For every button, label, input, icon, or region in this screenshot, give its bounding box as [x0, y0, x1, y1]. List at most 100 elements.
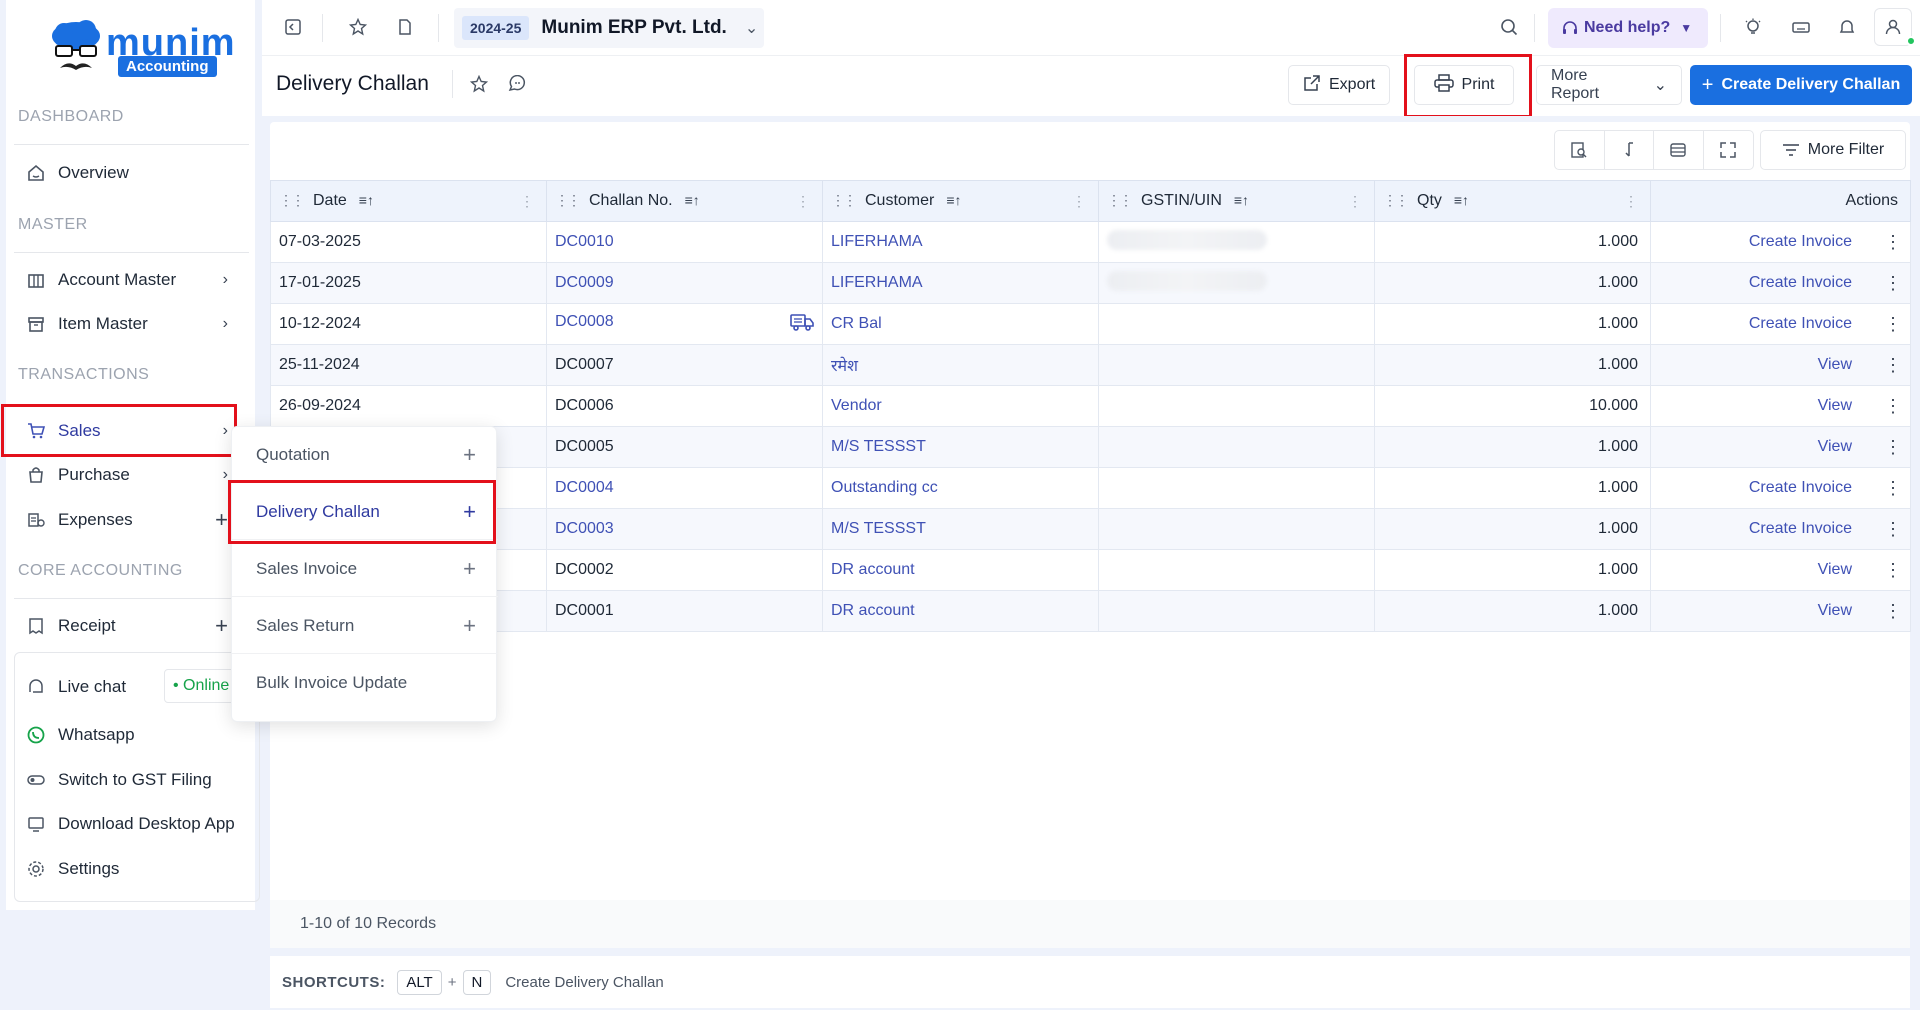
drag-handle-icon[interactable]: ⋮⋮: [1107, 192, 1133, 208]
drag-handle-icon[interactable]: ⋮⋮: [831, 192, 857, 208]
customer-cell-text[interactable]: M/S TESSST: [831, 438, 926, 455]
table-row[interactable]: DC0004 Outstanding cc 1.000 Create Invoice ⋮: [270, 467, 1911, 509]
plus-icon[interactable]: +: [463, 613, 476, 639]
sort-icon[interactable]: [1605, 131, 1654, 169]
fullscreen-icon[interactable]: [1704, 131, 1754, 169]
table-row[interactable]: DC0005 M/S TESSST 1.000 View ⋮: [270, 426, 1911, 468]
sort-icon[interactable]: ≡↑: [946, 192, 961, 208]
row-menu-icon[interactable]: ⋮: [1876, 560, 1910, 581]
column-header-challan-no[interactable]: ⋮⋮ Challan No. ≡↑ ⋮: [546, 180, 823, 222]
row-menu-icon[interactable]: ⋮: [1876, 232, 1910, 253]
row-menu-icon[interactable]: ⋮: [1876, 478, 1910, 499]
drag-handle-icon[interactable]: ⋮⋮: [279, 192, 305, 208]
row-menu-icon[interactable]: ⋮: [1876, 273, 1910, 294]
sort-icon[interactable]: ≡↑: [359, 192, 374, 208]
table-row[interactable]: DC0002 DR account 1.000 View ⋮: [270, 549, 1911, 591]
row-menu-icon[interactable]: ⋮: [1876, 314, 1910, 335]
whatsapp-link[interactable]: Whatsapp: [14, 717, 242, 753]
keyboard-icon[interactable]: [1784, 10, 1818, 44]
document-icon[interactable]: [388, 10, 422, 44]
row-action-link[interactable]: Create Invoice: [1749, 520, 1852, 538]
drag-handle-icon[interactable]: ⋮⋮: [555, 192, 581, 208]
plus-icon[interactable]: +: [215, 613, 228, 639]
customer-cell[interactable]: रमेश: [822, 344, 1099, 386]
create-delivery-challan-button[interactable]: + Create Delivery Challan: [1690, 65, 1912, 105]
customer-cell[interactable]: LIFERHAMA: [822, 262, 1099, 304]
comment-icon[interactable]: [500, 67, 534, 101]
row-menu-icon[interactable]: ⋮: [1876, 355, 1910, 376]
challan-no-cell[interactable]: DC0008: [546, 303, 823, 345]
table-row[interactable]: 10-12-2024 DC0008 CR Bal 1.000 Create Invoic…: [270, 303, 1911, 345]
customer-cell[interactable]: Vendor: [822, 385, 1099, 427]
challan-no-cell[interactable]: DC0003: [546, 508, 823, 550]
row-menu-icon[interactable]: ⋮: [1876, 396, 1910, 417]
column-header-qty[interactable]: ⋮⋮ Qty ≡↑ ⋮: [1374, 180, 1651, 222]
sidebar-item-receipt[interactable]: Receipt +: [14, 608, 242, 644]
need-help-button[interactable]: Need help? ▼: [1548, 8, 1708, 48]
search-icon[interactable]: [1492, 10, 1526, 44]
more-report-button[interactable]: More Report ⌄: [1536, 65, 1682, 105]
settings-link[interactable]: Settings: [14, 851, 242, 887]
challan-no-cell[interactable]: DC0004: [546, 467, 823, 509]
row-menu-icon[interactable]: ⋮: [1876, 437, 1910, 458]
challan-no-cell-text[interactable]: DC0004: [555, 479, 614, 496]
export-button[interactable]: Export: [1288, 65, 1391, 105]
sidebar-item-overview[interactable]: Overview: [14, 155, 242, 191]
row-action-link[interactable]: Create Invoice: [1749, 274, 1852, 292]
submenu-item-quotation[interactable]: Quotation +: [232, 427, 498, 483]
submenu-item-sales-return[interactable]: Sales Return +: [232, 598, 498, 654]
table-row[interactable]: 17-01-2025 DC0009 LIFERHAMA 1.000 Create Inv…: [270, 262, 1911, 304]
gst-filing-link[interactable]: Switch to GST Filing: [14, 762, 242, 798]
row-action-link[interactable]: Create Invoice: [1749, 233, 1852, 251]
sidebar-item-purchase[interactable]: Purchase ›: [14, 457, 242, 493]
row-action-link[interactable]: Create Invoice: [1749, 479, 1852, 497]
truck-icon[interactable]: [790, 313, 814, 336]
customer-cell[interactable]: M/S TESSST: [822, 508, 1099, 550]
sidebar-item-account-master[interactable]: Account Master ›: [14, 262, 242, 298]
column-menu-icon[interactable]: ⋮: [1072, 193, 1086, 210]
customer-cell-text[interactable]: Outstanding cc: [831, 479, 938, 496]
logo[interactable]: munim Accounting: [50, 18, 235, 82]
challan-no-cell[interactable]: DC0009: [546, 262, 823, 304]
print-button[interactable]: Print: [1414, 65, 1514, 105]
row-action-link[interactable]: View: [1818, 397, 1852, 415]
column-menu-icon[interactable]: ⋮: [520, 193, 534, 210]
customer-cell-text[interactable]: M/S TESSST: [831, 520, 926, 537]
challan-no-cell-text[interactable]: DC0009: [555, 274, 614, 291]
customer-cell-text[interactable]: रमेश: [831, 358, 858, 375]
customer-cell-text[interactable]: Vendor: [831, 397, 882, 414]
row-action-link[interactable]: View: [1818, 438, 1852, 456]
column-menu-icon[interactable]: ⋮: [1624, 193, 1638, 210]
customer-cell-text[interactable]: CR Bal: [831, 315, 882, 332]
column-header-gstin[interactable]: ⋮⋮ GSTIN/UIN ≡↑ ⋮: [1098, 180, 1375, 222]
table-row[interactable]: DC0003 M/S TESSST 1.000 Create Invoice ⋮: [270, 508, 1911, 550]
collapse-sidebar-icon[interactable]: [276, 10, 310, 44]
table-row[interactable]: 25-11-2024 DC0007 रमेश 1.000 View ⋮: [270, 344, 1911, 386]
customer-cell[interactable]: LIFERHAMA: [822, 221, 1099, 263]
column-header-customer[interactable]: ⋮⋮ Customer ≡↑ ⋮: [822, 180, 1099, 222]
favorite-star-icon[interactable]: [462, 67, 496, 101]
density-icon[interactable]: [1654, 131, 1704, 169]
table-row[interactable]: 07-03-2025 DC0010 LIFERHAMA 1.000 Create Inv…: [270, 221, 1911, 263]
customer-cell-text[interactable]: DR account: [831, 602, 915, 619]
customer-cell[interactable]: DR account: [822, 549, 1099, 591]
row-menu-icon[interactable]: ⋮: [1876, 601, 1910, 622]
customer-cell[interactable]: DR account: [822, 590, 1099, 632]
plus-icon[interactable]: +: [215, 507, 228, 533]
submenu-item-bulk-invoice-update[interactable]: Bulk Invoice Update: [232, 655, 498, 711]
sidebar-item-expenses[interactable]: Expenses +: [14, 502, 242, 538]
column-menu-icon[interactable]: ⋮: [796, 193, 810, 210]
column-header-date[interactable]: ⋮⋮ Date ≡↑ ⋮: [270, 180, 547, 222]
star-icon[interactable]: [341, 10, 375, 44]
row-action-link[interactable]: View: [1818, 356, 1852, 374]
sort-icon[interactable]: ≡↑: [1234, 192, 1249, 208]
challan-no-cell[interactable]: DC0010: [546, 221, 823, 263]
sidebar-item-sales[interactable]: Sales ›: [14, 413, 242, 449]
submenu-item-delivery-challan[interactable]: Delivery Challan +: [232, 484, 498, 540]
customer-cell[interactable]: M/S TESSST: [822, 426, 1099, 468]
row-action-link[interactable]: View: [1818, 561, 1852, 579]
company-selector[interactable]: 2024-25 Munim ERP Pvt. Ltd. ⌄: [454, 8, 764, 48]
challan-no-cell-text[interactable]: DC0003: [555, 520, 614, 537]
submenu-item-sales-invoice[interactable]: Sales Invoice +: [232, 541, 498, 597]
column-menu-icon[interactable]: ⋮: [1348, 193, 1362, 210]
